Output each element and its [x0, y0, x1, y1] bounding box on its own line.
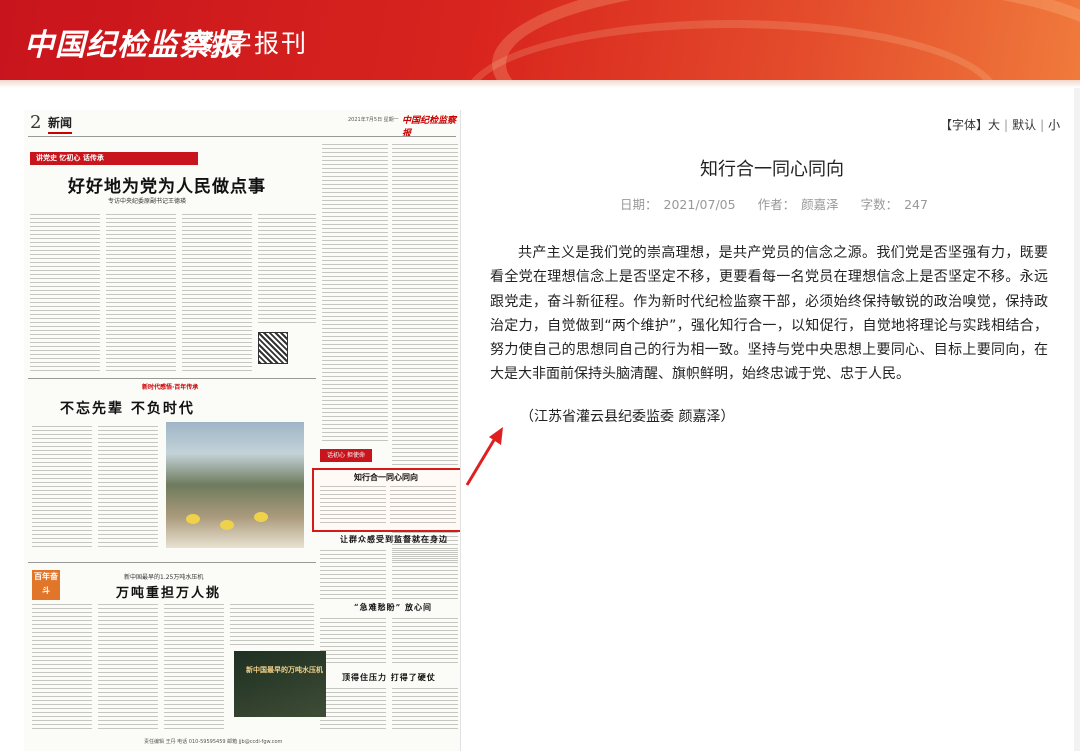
main-subhead: 专访中央纪委原副书记王德瑛 — [108, 198, 187, 205]
page-footer: 责任编辑 王丹 电话 010-59595459 邮箱 jjb@ccdi-fgw.… — [144, 739, 283, 745]
divider: | — [1040, 118, 1045, 132]
qr-code — [258, 332, 288, 364]
article-date: 2021/07/05 — [663, 197, 736, 212]
flower-shape — [186, 514, 200, 524]
story-kicker: 新中国最早的1.25万吨水压机 — [124, 574, 204, 581]
wordcount-label: 字数： — [860, 197, 899, 212]
arrow-icon — [465, 427, 503, 486]
text-column — [392, 618, 458, 666]
article-body: 共产主义是我们党的崇高理想，是共产党员的信念之源。我们党是否坚强有力，既要看全党… — [490, 245, 1048, 383]
highlight-tag: 话初心 担使命 — [320, 449, 372, 462]
text-column — [30, 214, 100, 374]
story-headline[interactable]: 不忘先辈 不负时代 — [60, 398, 195, 418]
text-column — [98, 426, 158, 550]
text-column — [32, 604, 92, 732]
article-title-wrap: 知行合一同心同向 — [0, 155, 1080, 181]
date-label: 日期： — [620, 197, 658, 212]
page-date: 2021年7月5日 星期一 — [348, 117, 399, 123]
newspaper-page[interactable]: 2 新闻 2021年7月5日 星期一 中国纪检监察报 讲党史 忆初心 话传承 好… — [24, 110, 461, 751]
font-size-label: 【字体】 — [940, 118, 989, 132]
header-divider — [0, 80, 1080, 88]
news-photo: 新中国最早的万吨水压机 — [234, 651, 326, 717]
text-column — [392, 688, 458, 732]
page-rule — [28, 378, 316, 379]
news-photo — [166, 422, 304, 548]
divider: | — [1004, 118, 1009, 132]
flower-shape — [254, 512, 268, 522]
author-label: 作者： — [757, 197, 796, 212]
text-column — [98, 604, 158, 732]
text-column — [320, 550, 386, 600]
text-column — [32, 426, 92, 550]
story-headline[interactable]: 万吨重担万人挑 — [116, 582, 221, 601]
selected-article-box[interactable]: 知行合一同心同向 — [312, 468, 460, 532]
text-column — [164, 604, 224, 732]
site-subtitle: 数字报刊 — [200, 29, 309, 58]
article-title: 知行合一同心同向 — [700, 159, 844, 180]
text-column — [322, 144, 388, 444]
flower-shape — [220, 520, 234, 530]
font-size-toolbar: 【字体】大 | 默认 | 小 — [940, 116, 1060, 133]
scrollbar[interactable] — [1074, 88, 1080, 751]
article-meta: 日期： 2021/07/05 作者： 颜嘉泽 字数： 247 — [620, 194, 928, 213]
text-column — [392, 550, 458, 600]
page-number: 2 — [30, 112, 42, 133]
story-headline[interactable]: “急难愁盼” 放心间 — [354, 602, 432, 613]
photo-caption: 新中国最早的万吨水压机 — [246, 665, 323, 674]
text-column — [390, 486, 456, 524]
text-column — [320, 486, 386, 524]
text-column — [106, 214, 176, 374]
text-column — [182, 214, 252, 374]
text-column — [320, 688, 386, 732]
article-byline: （江苏省灌云县纪委监委 颜嘉泽） — [520, 409, 735, 425]
font-small-button[interactable]: 小 — [1048, 118, 1060, 132]
text-column — [230, 604, 314, 648]
font-large-button[interactable]: 大 — [988, 118, 1000, 132]
selected-article-headline: 知行合一同心同向 — [354, 472, 418, 482]
page-rule — [28, 136, 456, 137]
article-author: 颜嘉泽 — [801, 197, 839, 212]
story-headline[interactable]: 让群众感受到监督就在身边 — [340, 534, 448, 545]
text-column — [258, 214, 316, 326]
page-section: 新闻 — [48, 114, 73, 134]
font-default-button[interactable]: 默认 — [1012, 118, 1036, 132]
section-tag: 新时代感悟·百年传承 — [142, 384, 199, 391]
article-wordcount: 247 — [904, 197, 928, 212]
anniversary-badge: 百年奋斗 — [32, 570, 60, 600]
page-rule — [28, 562, 316, 563]
site-header: 中国纪检监察报 数字报刊 — [0, 0, 1080, 80]
story-headline[interactable]: 顶得住压力 打得了硬仗 — [342, 672, 436, 683]
text-column — [320, 618, 386, 666]
